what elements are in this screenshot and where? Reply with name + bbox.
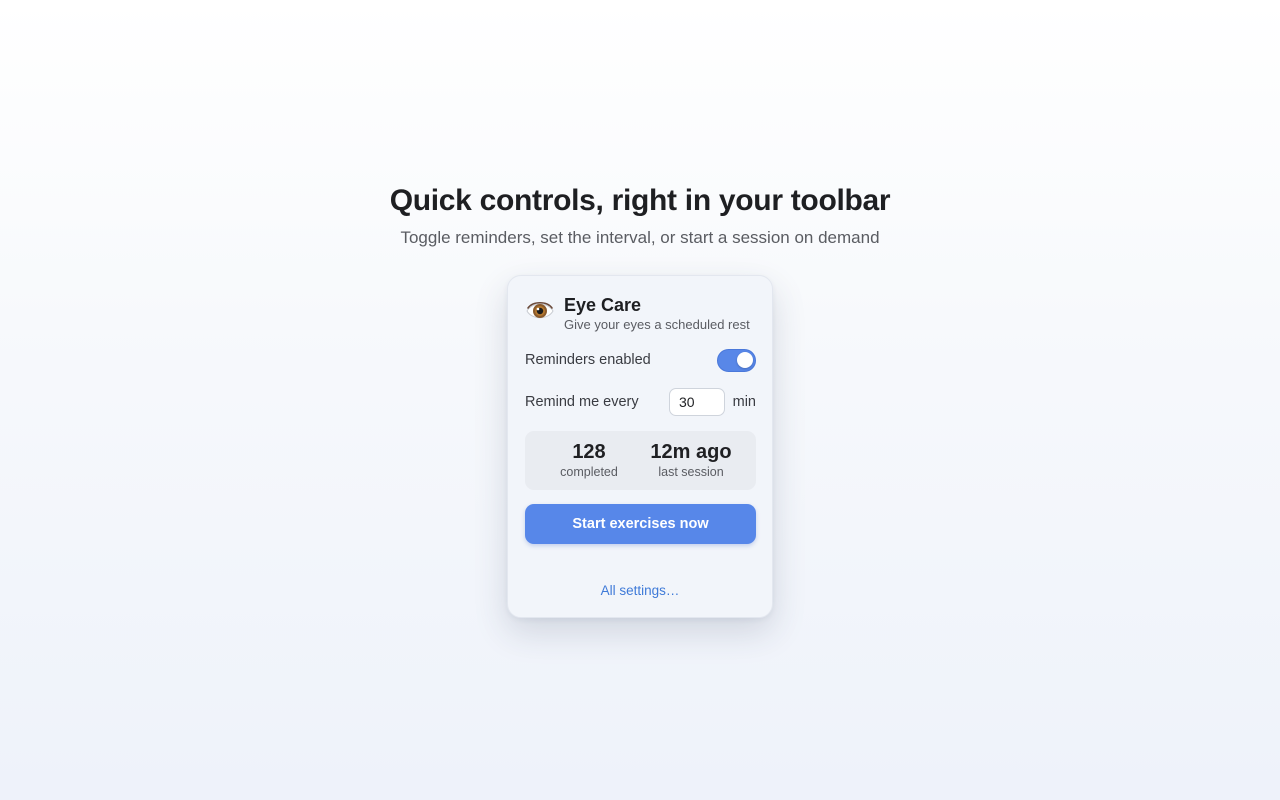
stat-completed: 128 completed [539, 440, 639, 480]
interval-unit: min [732, 394, 756, 410]
stat-label: completed [560, 465, 618, 479]
hero-subtitle: Toggle reminders, set the interval, or s… [400, 228, 880, 247]
app-name: Eye Care [564, 295, 642, 315]
reminders-label: Reminders enabled [525, 352, 651, 368]
interval-label: Remind me every [525, 394, 639, 410]
reminders-toggle[interactable] [717, 349, 756, 372]
hero-section: Quick controls, right in your toolbar To… [0, 182, 1280, 248]
hero-title: Quick controls, right in your toolbar [389, 184, 891, 217]
stat-last-session: 12m ago last session [641, 440, 741, 480]
stats-panel: 128 completed 12m ago last session [525, 431, 756, 490]
all-settings-link[interactable]: All settings… [508, 583, 772, 599]
toggle-knob [737, 352, 753, 368]
stat-label: last session [658, 465, 724, 479]
app-tagline: Give your eyes a scheduled rest [564, 317, 750, 332]
eye-icon [525, 299, 555, 323]
popup-header: Eye Care Give your eyes a scheduled rest [525, 294, 760, 334]
stat-value: 128 [572, 441, 606, 463]
reminders-row: Reminders enabled [525, 345, 756, 375]
interval-row: Remind me every min [525, 386, 756, 416]
stat-value: 12m ago [650, 441, 732, 463]
extension-popup: Eye Care Give your eyes a scheduled rest… [507, 275, 773, 618]
interval-input[interactable] [669, 388, 725, 416]
start-exercises-button[interactable]: Start exercises now [525, 504, 756, 544]
